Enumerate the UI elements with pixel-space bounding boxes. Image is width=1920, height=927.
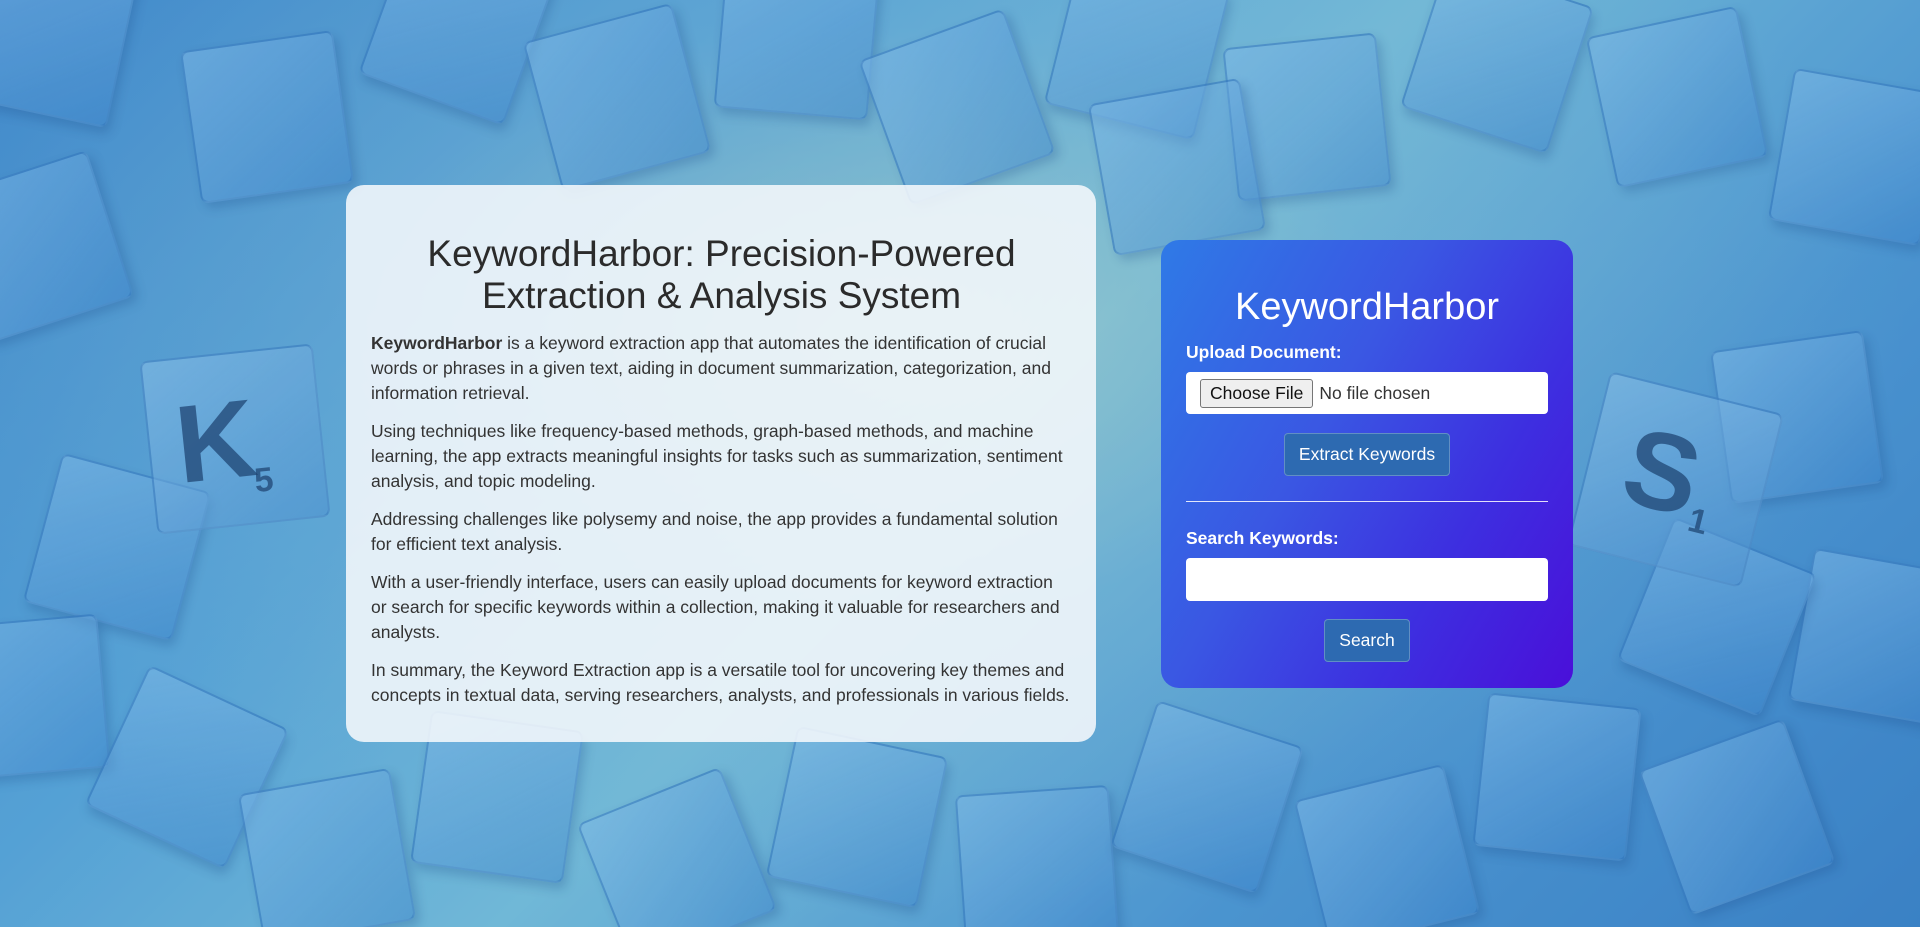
bg-tile xyxy=(522,2,712,192)
keyword-tool-card: KeywordHarbor Upload Document: Choose Fi… xyxy=(1161,240,1573,688)
search-keywords-input[interactable] xyxy=(1186,558,1548,601)
intro-paragraph: KeywordHarbor is a keyword extraction ap… xyxy=(371,331,1072,406)
search-button[interactable]: Search xyxy=(1324,619,1410,662)
bg-tile xyxy=(180,30,354,204)
bg-tile xyxy=(22,452,212,642)
bg-tile xyxy=(358,0,556,126)
tile-number: 1 xyxy=(1684,500,1712,543)
bg-tile xyxy=(1399,0,1595,155)
page-background: K 5 S 1 KeywordHarbor: Precision-Powered… xyxy=(0,0,1920,927)
bg-tile xyxy=(576,766,778,927)
extract-button-row: Extract Keywords xyxy=(1186,433,1548,476)
bg-tile xyxy=(1472,692,1642,862)
bg-tile xyxy=(0,613,111,781)
bg-tile xyxy=(1638,718,1836,916)
tile-letter: S xyxy=(1611,403,1713,541)
upload-label: Upload Document: xyxy=(1186,342,1342,362)
about-title: KeywordHarbor: Precision-Powered Extract… xyxy=(427,233,1016,316)
bg-tile xyxy=(1616,516,1818,718)
search-label: Search Keywords: xyxy=(1186,528,1339,548)
section-divider xyxy=(1186,501,1548,502)
tile-letter: K xyxy=(169,376,262,507)
summary-paragraph: In summary, the Keyword Extraction app i… xyxy=(371,660,1070,705)
bg-tile xyxy=(0,149,135,345)
interface-paragraph: With a user-friendly interface, users ca… xyxy=(371,572,1060,642)
bg-tile xyxy=(1710,330,1884,504)
challenges-paragraph: Addressing challenges like polysemy and … xyxy=(371,509,1058,554)
bg-tile xyxy=(1767,67,1920,247)
bg-tile xyxy=(1293,763,1481,927)
bg-tile xyxy=(1787,547,1920,727)
bg-tile xyxy=(1222,32,1392,202)
file-input[interactable]: Choose File No file chosen xyxy=(1186,372,1548,414)
bg-tile xyxy=(1585,5,1769,189)
intro-app-name: KeywordHarbor xyxy=(371,333,503,353)
letter-tile-k: K 5 xyxy=(139,343,331,535)
bg-tile xyxy=(1109,699,1305,895)
techniques-paragraph: Using techniques like frequency-based me… xyxy=(371,421,1063,491)
bg-tile xyxy=(713,0,881,121)
bg-tile xyxy=(0,0,139,129)
bg-tile xyxy=(237,767,417,927)
choose-file-button[interactable]: Choose File xyxy=(1200,378,1314,408)
bg-tile xyxy=(1087,77,1267,257)
bg-tile xyxy=(954,784,1120,927)
search-button-row: Search xyxy=(1186,619,1548,662)
bg-tile xyxy=(858,8,1056,206)
bg-tile xyxy=(765,725,949,909)
about-card: KeywordHarbor: Precision-Powered Extract… xyxy=(346,185,1096,742)
extract-keywords-button[interactable]: Extract Keywords xyxy=(1283,433,1451,476)
bg-tile xyxy=(1043,0,1231,141)
tile-number: 5 xyxy=(252,460,276,501)
tool-title: KeywordHarbor xyxy=(1235,286,1499,328)
file-status-text: No file chosen xyxy=(1319,382,1431,403)
letter-tile-s: S 1 xyxy=(1567,371,1784,588)
bg-tile xyxy=(84,664,290,870)
